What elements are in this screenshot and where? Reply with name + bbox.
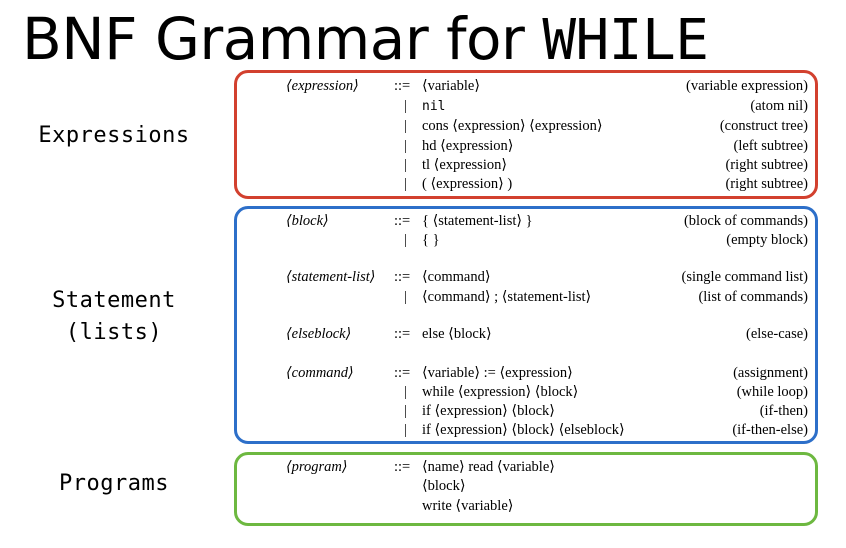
alternative-bar: | (404, 176, 407, 192)
nonterminal: ⟨expression⟩ (286, 78, 359, 94)
production: while ⟨expression⟩ ⟨block⟩ (422, 384, 579, 400)
grammar-row: ⟨program⟩ ::= ⟨name⟩ read ⟨variable⟩ (0, 458, 846, 477)
definition-symbol: ::= (394, 365, 411, 381)
production: else ⟨block⟩ (422, 326, 492, 342)
grammar-row: write ⟨variable⟩ (0, 497, 846, 516)
alternative-bar: | (404, 118, 407, 134)
production: if ⟨expression⟩ ⟨block⟩ ⟨elseblock⟩ (422, 422, 625, 438)
comment: (construct tree) (719, 118, 808, 134)
definition-symbol: ::= (394, 213, 411, 229)
nonterminal: ⟨command⟩ (286, 365, 354, 381)
nonterminal: ⟨statement-list⟩ (286, 269, 376, 285)
alternative-bar: | (404, 384, 407, 400)
comment: (left subtree) (733, 138, 808, 154)
nonterminal: ⟨elseblock⟩ (286, 326, 352, 342)
grammar-row: | { } (empty block) (0, 231, 846, 250)
production: write ⟨variable⟩ (422, 498, 514, 514)
title-keyword: WHILE (542, 8, 709, 73)
comment: (right subtree) (725, 157, 808, 173)
comment: (list of commands) (698, 289, 808, 305)
comment: (assignment) (733, 365, 808, 381)
grammar-row: | nil (atom nil) (0, 97, 846, 116)
grammar-row: | hd ⟨expression⟩ (left subtree) (0, 137, 846, 156)
grammar-row: | ( ⟨expression⟩ ) (right subtree) (0, 175, 846, 194)
comment: (right subtree) (725, 176, 808, 192)
alternative-bar: | (404, 403, 407, 419)
grammar-row: | cons ⟨expression⟩ ⟨expression⟩ (constr… (0, 117, 846, 136)
production: hd ⟨expression⟩ (422, 138, 514, 154)
definition-symbol: ::= (394, 78, 411, 94)
grammar-row: | while ⟨expression⟩ ⟨block⟩ (while loop… (0, 383, 846, 402)
comment: (while loop) (736, 384, 808, 400)
production: ( ⟨expression⟩ ) (422, 176, 513, 192)
comment: (if-then-else) (732, 422, 808, 438)
alternative-bar: | (404, 422, 407, 438)
grammar-row: | ⟨command⟩ ; ⟨statement-list⟩ (list of … (0, 288, 846, 307)
grammar-row: ⟨block⟩ (0, 477, 846, 496)
grammar-row: ⟨elseblock⟩ ::= else ⟨block⟩ (else-case) (0, 325, 846, 344)
definition-symbol: ::= (394, 459, 411, 475)
definition-symbol: ::= (394, 326, 411, 342)
alternative-bar: | (404, 157, 407, 173)
production: ⟨variable⟩ (422, 78, 481, 94)
production: ⟨block⟩ (422, 478, 466, 494)
production: cons ⟨expression⟩ ⟨expression⟩ (422, 118, 603, 134)
production: { ⟨statement-list⟩ } (422, 213, 533, 229)
alternative-bar: | (404, 138, 407, 154)
comment: (atom nil) (750, 98, 808, 114)
grammar-row: ⟨command⟩ ::= ⟨variable⟩ := ⟨expression⟩… (0, 364, 846, 383)
comment: (single command list) (681, 269, 808, 285)
alternative-bar: | (404, 98, 407, 114)
production: ⟨variable⟩ := ⟨expression⟩ (422, 365, 573, 381)
grammar-row: | tl ⟨expression⟩ (right subtree) (0, 156, 846, 175)
definition-symbol: ::= (394, 269, 411, 285)
production: ⟨command⟩ (422, 269, 491, 285)
grammar-row: ⟨statement-list⟩ ::= ⟨command⟩ (single c… (0, 268, 846, 287)
production: ⟨command⟩ ; ⟨statement-list⟩ (422, 289, 592, 305)
comment: (empty block) (726, 232, 808, 248)
grammar-row: ⟨expression⟩ ::= ⟨variable⟩ (variable ex… (0, 77, 846, 96)
production: ⟨name⟩ read ⟨variable⟩ (422, 459, 555, 475)
production: nil (422, 99, 446, 114)
comment: (variable expression) (686, 78, 808, 94)
production: { } (422, 232, 440, 248)
comment: (else-case) (746, 326, 808, 342)
nonterminal: ⟨program⟩ (286, 459, 348, 475)
grammar-row: | if ⟨expression⟩ ⟨block⟩ ⟨elseblock⟩ (i… (0, 421, 846, 440)
comment: (block of commands) (683, 213, 808, 229)
nonterminal: ⟨block⟩ (286, 213, 329, 229)
production: tl ⟨expression⟩ (422, 157, 508, 173)
comment: (if-then) (759, 403, 808, 419)
grammar-row: ⟨block⟩ ::= { ⟨statement-list⟩ } (block … (0, 212, 846, 231)
title-text: BNF Grammar for (22, 5, 543, 73)
grammar-row: | if ⟨expression⟩ ⟨block⟩ (if-then) (0, 402, 846, 421)
slide-title: BNF Grammar for WHILE (22, 4, 709, 74)
alternative-bar: | (404, 289, 407, 305)
alternative-bar: | (404, 232, 407, 248)
production: if ⟨expression⟩ ⟨block⟩ (422, 403, 555, 419)
